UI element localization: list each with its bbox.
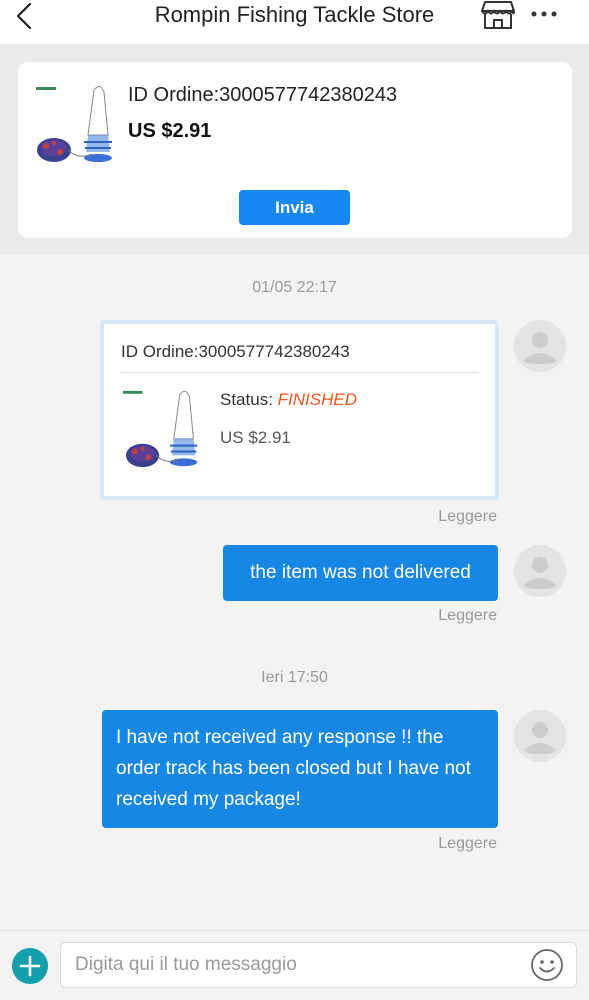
chat-header: Rompin Fishing Tackle Store xyxy=(0,0,589,44)
message-bubble[interactable]: the item was not delivered xyxy=(223,545,498,601)
avatar-icon[interactable] xyxy=(514,320,566,372)
avatar-icon[interactable] xyxy=(514,710,566,762)
order-price: US $2.91 xyxy=(128,120,212,142)
read-status: Leggere xyxy=(438,508,497,525)
product-thumbnail[interactable] xyxy=(121,384,211,476)
order-status-value: FINISHED xyxy=(277,390,357,409)
read-status: Leggere xyxy=(438,607,497,624)
timestamp: 01/05 22:17 xyxy=(252,279,337,296)
divider xyxy=(121,372,478,373)
timestamp: Ieri 17:50 xyxy=(261,669,328,686)
product-thumbnail[interactable] xyxy=(34,80,126,172)
message-input[interactable] xyxy=(60,942,577,988)
order-status-label: Status: xyxy=(220,390,273,409)
send-order-button[interactable]: Invia xyxy=(239,190,350,225)
avatar-icon[interactable] xyxy=(514,545,566,597)
chat-messages[interactable]: 01/05 22:17 ID Ordine:3000577742380243 S… xyxy=(0,255,589,930)
order-panel: ID Ordine:3000577742380243 US $2.91 Invi… xyxy=(0,44,589,255)
order-message-id: ID Ordine:3000577742380243 xyxy=(121,342,350,361)
order-message-card[interactable]: ID Ordine:3000577742380243 Status: FINIS… xyxy=(100,320,499,500)
read-status: Leggere xyxy=(438,835,497,852)
plus-circle-icon[interactable] xyxy=(12,948,48,984)
more-dots-icon[interactable] xyxy=(528,4,560,24)
order-status: Status: FINISHED xyxy=(220,390,357,410)
store-icon[interactable] xyxy=(480,0,516,30)
message-bubble[interactable]: I have not received any response !! the … xyxy=(102,710,498,828)
smiley-icon[interactable] xyxy=(530,948,564,982)
order-message-price: US $2.91 xyxy=(220,428,291,447)
order-id: ID Ordine:3000577742380243 xyxy=(128,84,398,106)
order-card: ID Ordine:3000577742380243 US $2.91 Invi… xyxy=(18,62,572,238)
message-input-bar xyxy=(0,930,589,1000)
